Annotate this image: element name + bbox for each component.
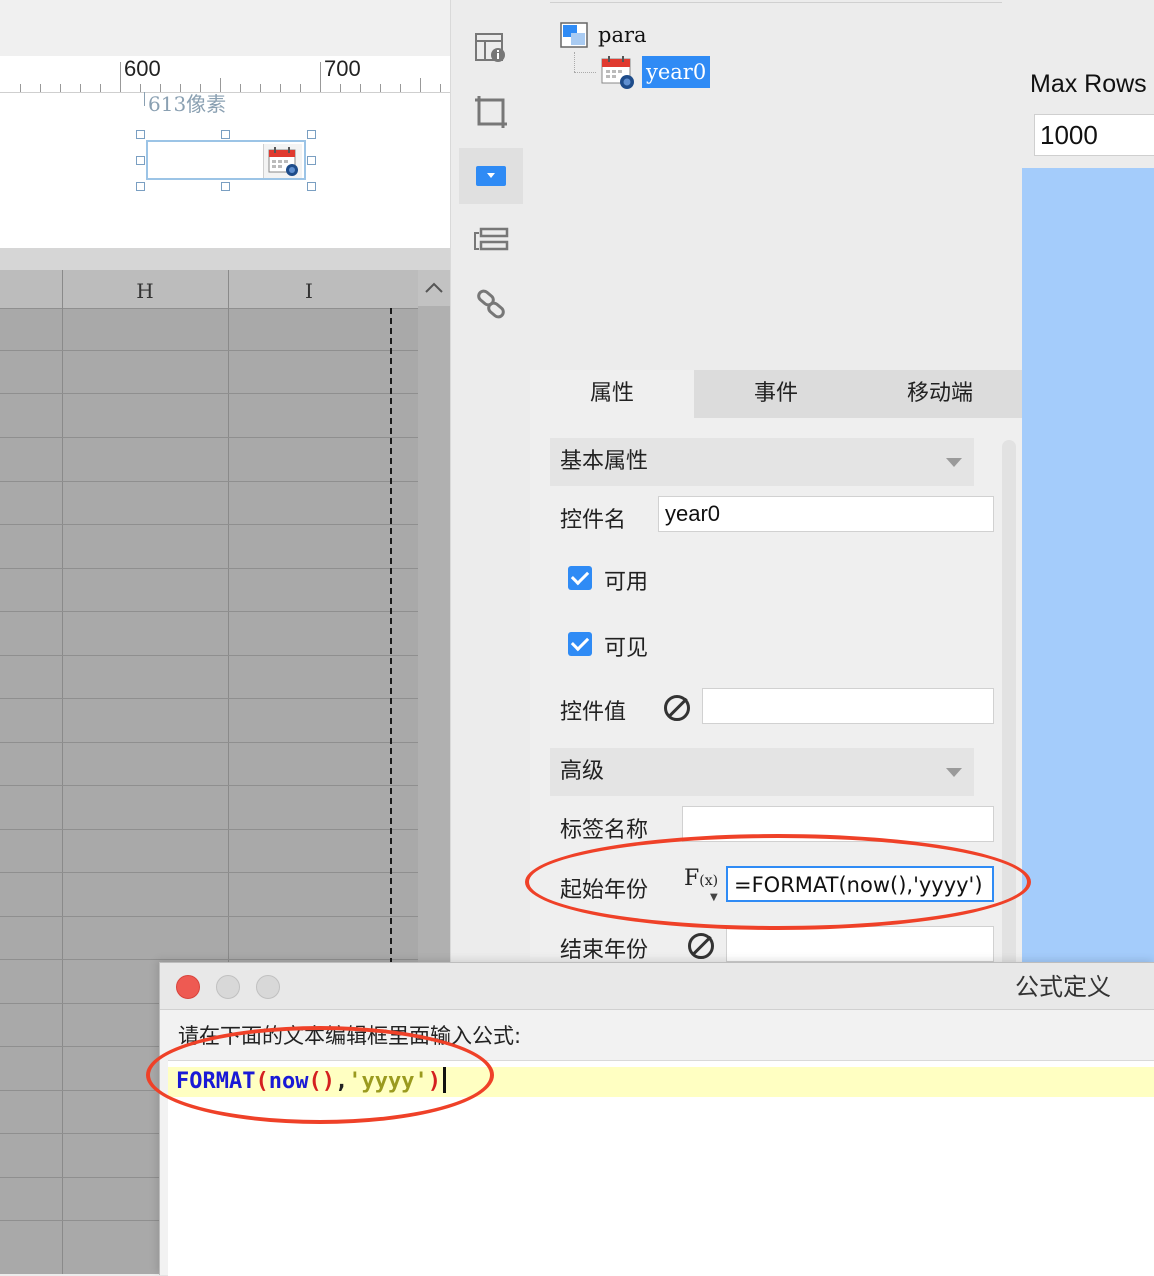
dropdown-widget-icon	[476, 166, 506, 186]
dropdown-widget-button[interactable]	[459, 148, 523, 204]
calendar-icon	[601, 56, 634, 89]
end-year-label: 结束年份	[560, 938, 649, 963]
tab-events[interactable]: 事件	[694, 370, 858, 418]
widget-name-label: 控件名	[560, 508, 627, 533]
tab-mobile[interactable]: 移动端	[858, 370, 1022, 418]
section-basic-properties[interactable]: 基本属性	[550, 438, 974, 486]
date-widget[interactable]	[146, 140, 306, 180]
max-rows-input[interactable]: 1000	[1034, 114, 1154, 156]
chevron-down-icon	[946, 768, 962, 777]
pixel-position-label: 613像素	[148, 92, 227, 116]
no-value-icon[interactable]	[688, 933, 714, 959]
frame-icon	[475, 96, 507, 128]
widget-name-input[interactable]: year0	[658, 496, 994, 532]
zoom-button[interactable]	[256, 975, 280, 999]
resize-handle-se[interactable]	[307, 182, 316, 191]
section-advanced[interactable]: 高级	[550, 748, 974, 796]
resize-handle-s[interactable]	[221, 182, 230, 191]
section-advanced-title: 高级	[560, 759, 605, 784]
dialog-titlebar[interactable]: 公式定义	[160, 963, 1154, 1010]
widget-settings-button[interactable]	[459, 20, 523, 76]
section-basic-title: 基本属性	[560, 449, 649, 474]
column-header-i[interactable]: I	[228, 270, 390, 308]
layout-button[interactable]	[459, 212, 523, 268]
frame-button[interactable]	[459, 84, 523, 140]
layout-icon	[474, 227, 509, 251]
annotation-ellipse-formula-code	[146, 1026, 494, 1124]
chevron-up-icon	[424, 278, 444, 299]
visible-checkbox[interactable]	[568, 632, 592, 656]
resize-handle-e[interactable]	[307, 156, 316, 165]
end-year-input[interactable]	[726, 926, 994, 962]
parameter-panel-icon	[560, 22, 588, 48]
resize-handle-ne[interactable]	[307, 130, 316, 139]
tree-node-para-label: para	[598, 23, 647, 47]
canvas-divider[interactable]	[0, 248, 450, 270]
widget-value-input[interactable]	[702, 688, 994, 724]
annotation-ellipse-formula-field	[525, 834, 1031, 930]
dialog-title: 公式定义	[1015, 973, 1111, 1001]
resize-handle-n[interactable]	[221, 130, 230, 139]
tree-node-para[interactable]: para	[560, 22, 647, 48]
enabled-checkbox[interactable]	[568, 566, 592, 590]
widget-tree-panel: para year0	[530, 0, 1022, 370]
link-icon	[477, 289, 505, 319]
no-value-icon[interactable]	[664, 695, 690, 721]
link-button[interactable]	[459, 276, 523, 332]
property-tabs: 属性 事件 移动端	[530, 370, 1022, 418]
visible-label: 可见	[604, 636, 649, 661]
max-rows-label: Max Rows	[1030, 70, 1147, 98]
column-header-h[interactable]: H	[62, 270, 228, 308]
ruler-mark-600: 600	[124, 56, 161, 81]
tree-node-year0[interactable]: year0	[600, 54, 711, 90]
enabled-label: 可用	[604, 570, 649, 595]
resize-handle-sw[interactable]	[136, 182, 145, 191]
tag-name-label: 标签名称	[560, 818, 649, 843]
pixel-position-tick	[144, 92, 145, 106]
tree-node-year0-label: year0	[642, 56, 711, 88]
resize-handle-w[interactable]	[136, 156, 145, 165]
calendar-icon[interactable]	[263, 144, 302, 178]
canvas-header-strip	[0, 0, 450, 57]
widget-settings-icon	[475, 33, 505, 62]
widget-value-label: 控件值	[560, 700, 627, 725]
chevron-down-icon	[946, 458, 962, 467]
tab-properties[interactable]: 属性	[530, 370, 694, 418]
resize-handle-nw[interactable]	[136, 130, 145, 139]
ruler-mark-700: 700	[324, 56, 361, 81]
minimize-button[interactable]	[216, 975, 240, 999]
close-button[interactable]	[176, 975, 200, 999]
